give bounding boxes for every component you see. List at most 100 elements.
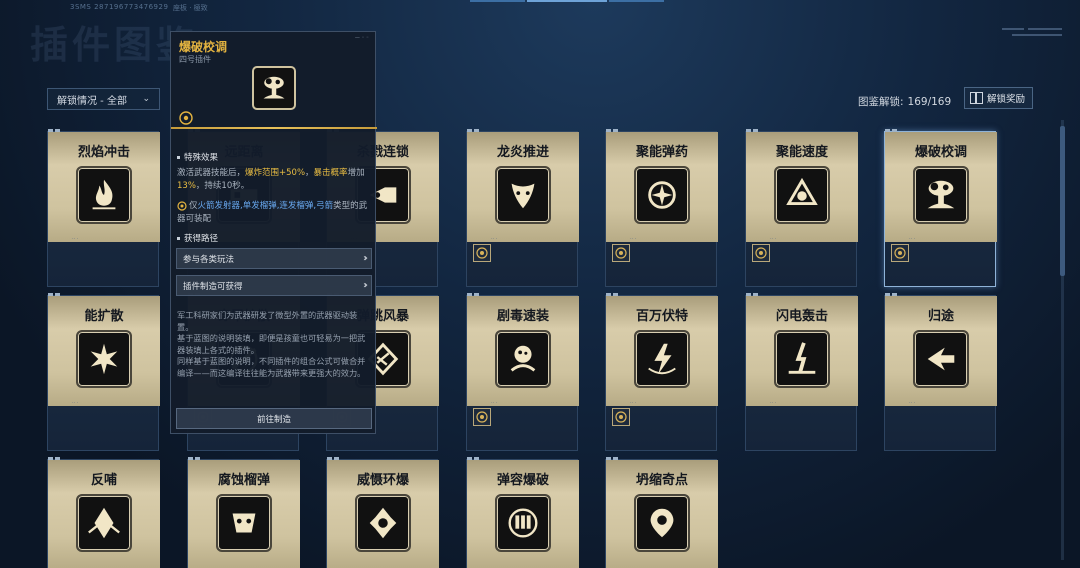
effect-highlight-range: 爆炸范围+50%	[245, 168, 306, 178]
plugin-card[interactable]: 腐蚀榴弹	[187, 457, 300, 568]
crystal-icon	[76, 494, 132, 552]
flame-icon	[76, 166, 132, 224]
unlock-filter-dropdown[interactable]: 解锁情况 - 全部 ⌄	[47, 88, 160, 110]
card-code: ·· ·	[491, 400, 498, 406]
plugin-name: 百万伏特	[635, 309, 688, 324]
shield-badge	[612, 408, 630, 426]
shield-badge-icon	[615, 247, 627, 259]
route-label: 插件制造可获得	[183, 281, 243, 292]
unlock-stat: 图鉴解锁: 169/169	[858, 94, 951, 109]
burst-icon	[76, 330, 132, 388]
deterrent-icon	[355, 494, 411, 552]
card-code: ·· ·	[630, 236, 637, 242]
card-code: ·· ·	[72, 236, 79, 242]
go-craft-button[interactable]: 前往制造	[176, 408, 372, 429]
plugin-card[interactable]: 闪电轰击 ·· ·	[745, 293, 858, 451]
shield-badge	[752, 244, 770, 262]
description-line: 同样基于蓝图的说明，不同插件的组合公式可做合并编译——而这编译往往能为武器带来更…	[177, 356, 366, 378]
card-code: ·· ·	[909, 400, 916, 406]
plugin-card[interactable]: 威慑环爆	[326, 457, 439, 568]
weapon-restriction-text: 仅火箭发射器,单发榴弹,连发榴弹,弓箭类型的武器可装配	[177, 200, 373, 225]
top-info-bar: 3SMS 287196773476929 座板 · 極致	[0, 0, 1080, 14]
effect-mid: 增加	[347, 168, 365, 178]
restriction-icon	[177, 200, 187, 211]
unlock-stat-value: 169/169	[907, 96, 952, 108]
plugin-name: 剧毒速装	[496, 309, 549, 324]
filter-label: 解锁情况 - 全部	[57, 95, 127, 107]
plugin-name: 反哺	[90, 473, 117, 488]
effect-highlight-crit: 暴击概率	[313, 168, 348, 178]
card-code: ·· ·	[770, 236, 777, 242]
section-effect-heading: 特殊效果	[177, 151, 218, 163]
plugin-name: 腐蚀榴弹	[217, 473, 270, 488]
unlock-reward-label: 解锁奖励	[987, 94, 1026, 105]
plugin-name: 聚能速度	[775, 145, 828, 160]
corrosion-icon	[216, 494, 272, 552]
effect-text: 激活武器技能后，爆炸范围+50%，暴击概率增加 13%，持续10秒。	[177, 167, 373, 192]
shield-badge	[891, 244, 909, 262]
return-icon	[913, 330, 969, 388]
plugin-card[interactable]: 坍缩奇点	[605, 457, 718, 568]
plugin-card[interactable]: 聚能速度 ·· ·	[745, 129, 858, 287]
plugin-name: 烈焰冲击	[77, 145, 130, 160]
card-code: ·· ·	[909, 236, 916, 242]
popup-subtitle: 四号插件	[179, 55, 211, 64]
plugin-card[interactable]: 弹容爆破	[466, 457, 579, 568]
unlock-stat-label: 图鉴解锁:	[858, 96, 904, 108]
route-button-activities[interactable]: 参与各类玩法 ››	[176, 248, 372, 269]
effect-prefix: 激活武器技能后，	[177, 168, 246, 178]
effect-suffix: ，持续10秒。	[195, 180, 250, 191]
plugin-card[interactable]: 爆破校调 ·· ·	[884, 129, 997, 287]
plugin-card[interactable]: 归途 ·· ·	[884, 293, 997, 451]
route-label: 参与各类玩法	[183, 254, 235, 265]
chevron-down-icon: ⌄	[142, 94, 150, 104]
popup-divider	[171, 127, 377, 129]
gift-icon	[970, 92, 983, 104]
mushroom-cloud-icon	[252, 66, 296, 110]
plugin-card[interactable]: 烈焰冲击 ·· ·	[47, 129, 160, 287]
plugin-name: 威慑环爆	[356, 473, 409, 488]
focus-ammo-icon	[634, 166, 690, 224]
route-button-crafting[interactable]: 插件制造可获得 ››	[176, 275, 372, 296]
card-code: ·· ·	[72, 400, 79, 406]
plugin-card[interactable]: 反哺	[47, 457, 160, 568]
shield-badge	[473, 244, 491, 262]
effect-highlight-value: 13%	[177, 180, 196, 191]
plugin-card[interactable]: 能扩散 ·· ·	[47, 293, 160, 451]
popup-title: 爆破校调	[179, 40, 228, 54]
plugin-detail-popup: 爆破校调 四号插件 — ◦ ◦ 特殊效果 激活武器技能后，爆炸范围+50%，暴击…	[170, 31, 377, 434]
dragon-icon	[495, 166, 551, 224]
plugin-card[interactable]: 龙炎推进 ·· ·	[466, 129, 579, 287]
unlock-reward-button[interactable]: 解锁奖励	[964, 87, 1033, 109]
description-line: 基于蓝图的说明装填，即便是孩童也可轻易为一把武器装填上各式的插件。	[177, 333, 366, 355]
magazine-icon	[495, 494, 551, 552]
plugin-name: 坍缩奇点	[635, 473, 688, 488]
scrollbar-thumb[interactable]	[1060, 126, 1065, 276]
double-chevron-right-icon: ››	[363, 280, 368, 291]
mushroom-cloud-icon	[913, 166, 969, 224]
plugin-card[interactable]: 剧毒速装 ·· ·	[466, 293, 579, 451]
singularity-icon	[634, 494, 690, 552]
double-chevron-right-icon: ››	[363, 253, 368, 264]
shield-badge-icon	[476, 247, 488, 259]
card-code: ·· ·	[491, 236, 498, 242]
shield-badge-icon	[894, 247, 906, 259]
plugin-name: 能扩散	[84, 309, 124, 324]
toxic-icon	[495, 330, 551, 388]
shield-badge-icon	[476, 411, 488, 423]
popup-corner-decoration: — ◦ ◦	[354, 35, 369, 41]
shield-badge-icon	[615, 411, 627, 423]
effect-separator: ，	[305, 168, 314, 178]
description-line: 军工科研家们为武器研发了微型外置的武器驱动装置。	[177, 310, 358, 332]
plugin-card[interactable]: 百万伏特 ·· ·	[605, 293, 718, 451]
plugin-name: 归途	[927, 309, 954, 324]
shield-badge-icon	[755, 247, 767, 259]
strike-icon	[774, 330, 830, 388]
corner-decoration	[1002, 24, 1062, 42]
card-code: ·· ·	[770, 400, 777, 406]
plugin-card[interactable]: 聚能弹药 ·· ·	[605, 129, 718, 287]
player-id: 3SMS 287196773476929	[70, 3, 169, 11]
restrict-weapons: 火箭发射器,单发榴弹,连发榴弹,弓箭	[197, 201, 334, 211]
lightning-icon	[634, 330, 690, 388]
shield-badge	[473, 408, 491, 426]
